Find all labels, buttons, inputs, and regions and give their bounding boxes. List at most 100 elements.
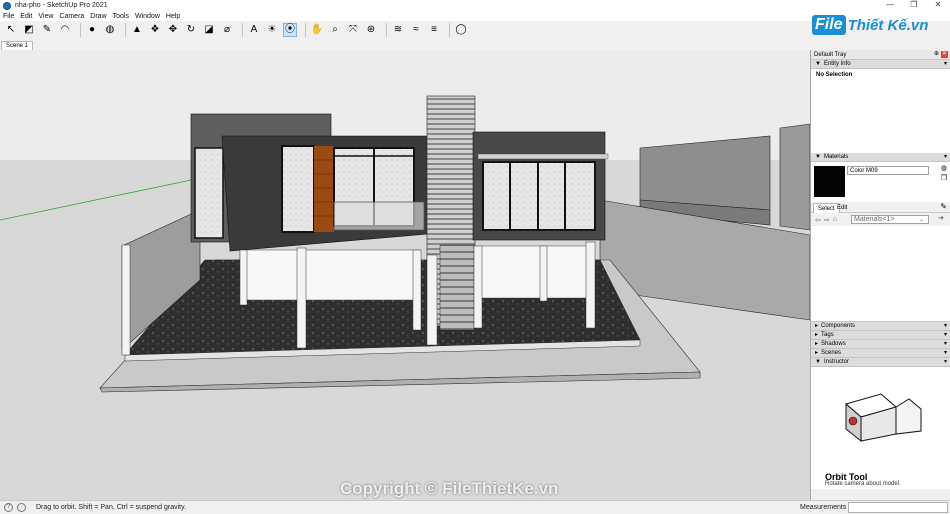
expand-arrow-icon: ▸ <box>815 323 819 329</box>
panel-pin-icon[interactable]: ▾ <box>944 331 947 340</box>
model-viewport[interactable] <box>0 50 810 500</box>
neighbor-building-2 <box>779 123 810 231</box>
ground-floor-wall-right <box>479 245 591 299</box>
tags-title: Tags <box>821 332 834 338</box>
material-side-tools: ◍ ❐ <box>941 164 947 184</box>
material-name-field[interactable]: Color M09 <box>847 166 929 175</box>
eraser-icon[interactable]: ◩ <box>22 23 36 37</box>
menu-edit[interactable]: Edit <box>20 13 32 20</box>
panel-pin-icon[interactable]: ▾ <box>944 349 947 358</box>
status-bar: ? · Drag to orbit. Shift = Pan, Ctrl = s… <box>0 500 950 514</box>
entity-info-blank <box>811 81 950 153</box>
materials-preview: Color M09 ◍ ❐ <box>811 162 950 202</box>
materials-tabs: Select Edit ✎ <box>811 202 950 213</box>
forward-arrow-icon[interactable]: ⇨ <box>824 216 830 224</box>
menu-file[interactable]: File <box>3 13 14 20</box>
paint-icon[interactable]: ☀ <box>265 23 279 37</box>
upper-window-left <box>281 145 315 233</box>
toolbar-separator <box>125 23 126 37</box>
tray-pin-icon[interactable]: ⊕ <box>933 51 940 58</box>
back-arrow-icon[interactable]: ⇦ <box>815 216 821 224</box>
components-header[interactable]: ▸ Components ▾ <box>811 322 950 331</box>
scenes-header[interactable]: ▸ Scenes ▾ <box>811 349 950 358</box>
menu-camera[interactable]: Camera <box>59 13 84 20</box>
menu-bar: File Edit View Camera Draw Tools Window … <box>0 11 950 21</box>
column-1 <box>239 249 248 306</box>
orbit-illustration <box>844 393 922 443</box>
select-arrow-icon[interactable]: ↖ <box>4 23 18 37</box>
components-title: Components <box>821 323 856 329</box>
materials-nav: ⇦ ⇨ ⌂ Materials<1> ⌄ ➔ <box>811 213 950 226</box>
scale-icon[interactable]: ◪ <box>202 23 216 37</box>
materials-header[interactable]: ▼ Materials ▾ <box>811 153 950 162</box>
instructor-tool-description: Rotate camera about model. <box>825 481 901 487</box>
measurements-input[interactable] <box>848 502 948 513</box>
instructor-header[interactable]: ▼ Instructor ▾ <box>811 358 950 367</box>
material-collection-select[interactable]: Materials<1> ⌄ <box>851 215 929 224</box>
follow-me-icon[interactable]: ❖ <box>148 23 162 37</box>
column-7 <box>585 241 596 329</box>
create-material-icon[interactable]: ❐ <box>941 174 947 184</box>
panel-pin-icon[interactable]: ▾ <box>944 358 947 367</box>
text-icon[interactable]: A <box>247 23 261 37</box>
copyright-watermark: Copyright © FileThietKe.vn <box>340 479 559 498</box>
column-2 <box>296 247 307 349</box>
title-bar: nha-pho - SketchUp Pro 2021 — ❐ ✕ <box>0 0 950 11</box>
layout-icon[interactable]: ≈ <box>409 23 423 37</box>
user-icon[interactable]: · <box>17 503 26 512</box>
tray-title: Default Tray <box>814 52 847 58</box>
column-6 <box>539 245 548 302</box>
move-icon[interactable]: ✥ <box>166 23 180 37</box>
pencil-line-icon[interactable]: ✎ <box>40 23 54 37</box>
paint-bucket-icon[interactable]: ◍ <box>103 23 117 37</box>
ruby-icon[interactable]: ≡ <box>427 23 441 37</box>
menu-window[interactable]: Window <box>135 13 160 20</box>
material-swatch[interactable] <box>814 166 845 197</box>
eyedropper-icon[interactable]: ✎ <box>940 202 947 211</box>
entity-info-header[interactable]: ▼ Entity Info ▾ <box>811 60 950 69</box>
collapse-arrow-icon: ▼ <box>815 61 821 67</box>
toolbar-separator <box>242 23 243 37</box>
paint-bucket-icon[interactable]: ◍ <box>941 164 947 174</box>
account-icon[interactable]: ◯ <box>454 23 468 37</box>
tags-header[interactable]: ▸ Tags ▾ <box>811 331 950 340</box>
details-arrow-icon[interactable]: ➔ <box>938 214 944 222</box>
logo-rest-text: Thiết Kế.vn <box>847 16 929 34</box>
panel-pin-icon[interactable]: ▾ <box>944 60 947 69</box>
extension-icon[interactable]: ≋ <box>391 23 405 37</box>
menu-draw[interactable]: Draw <box>90 13 106 20</box>
panel-pin-icon[interactable]: ▾ <box>944 322 947 331</box>
home-icon[interactable]: ⌂ <box>833 216 837 223</box>
materials-title: Materials <box>823 154 849 160</box>
toolbar-separator <box>80 23 81 37</box>
left-wall-pillar <box>121 244 131 356</box>
entity-info-title: Entity Info <box>823 61 851 67</box>
tape-measure-icon[interactable]: ⌀ <box>220 23 234 37</box>
default-tray: Default Tray ⊕ ✕ ▼ Entity Info ▾ No Selec… <box>810 50 950 500</box>
menu-view[interactable]: View <box>38 13 53 20</box>
tray-close-icon[interactable]: ✕ <box>941 51 948 58</box>
push-pull-icon[interactable]: ▲ <box>130 23 144 37</box>
scene-tab-1[interactable]: Scene 1 <box>1 41 34 50</box>
panel-pin-icon[interactable]: ▾ <box>944 153 947 162</box>
tab-edit[interactable]: Edit <box>833 203 851 213</box>
warehouse-icon[interactable]: ⊛ <box>364 23 378 37</box>
zoom-icon[interactable]: ⌕ <box>328 23 342 37</box>
measurements-label: Measurements <box>800 504 847 511</box>
panel-pin-icon[interactable]: ▾ <box>944 340 947 349</box>
info-icon[interactable]: ? <box>4 503 13 512</box>
material-list[interactable] <box>811 226 950 322</box>
menu-help[interactable]: Help <box>166 13 180 20</box>
orbit-cursor-icon <box>848 416 858 426</box>
toolbar-separator <box>305 23 306 37</box>
orbit-icon[interactable]: ⦿ <box>283 23 297 37</box>
shadows-header[interactable]: ▸ Shadows ▾ <box>811 340 950 349</box>
rotate-icon[interactable]: ↻ <box>184 23 198 37</box>
pan-hand-icon[interactable]: ✋ <box>310 23 324 37</box>
zoom-extents-icon[interactable]: ⤧ <box>346 23 360 37</box>
menu-tools[interactable]: Tools <box>113 13 129 20</box>
main-toolbar: ↖ ◩ ✎ ◠ ● ◍ ▲ ❖ ✥ ↻ ◪ ⌀ A ☀ ⦿ ✋ ⌕ ⤧ ⊛ ≋ ≈ ≡ ◯ <box>0 21 810 39</box>
column-4 <box>426 254 438 346</box>
arc-icon[interactable]: ◠ <box>58 23 72 37</box>
shape-circle-icon[interactable]: ● <box>85 23 99 37</box>
